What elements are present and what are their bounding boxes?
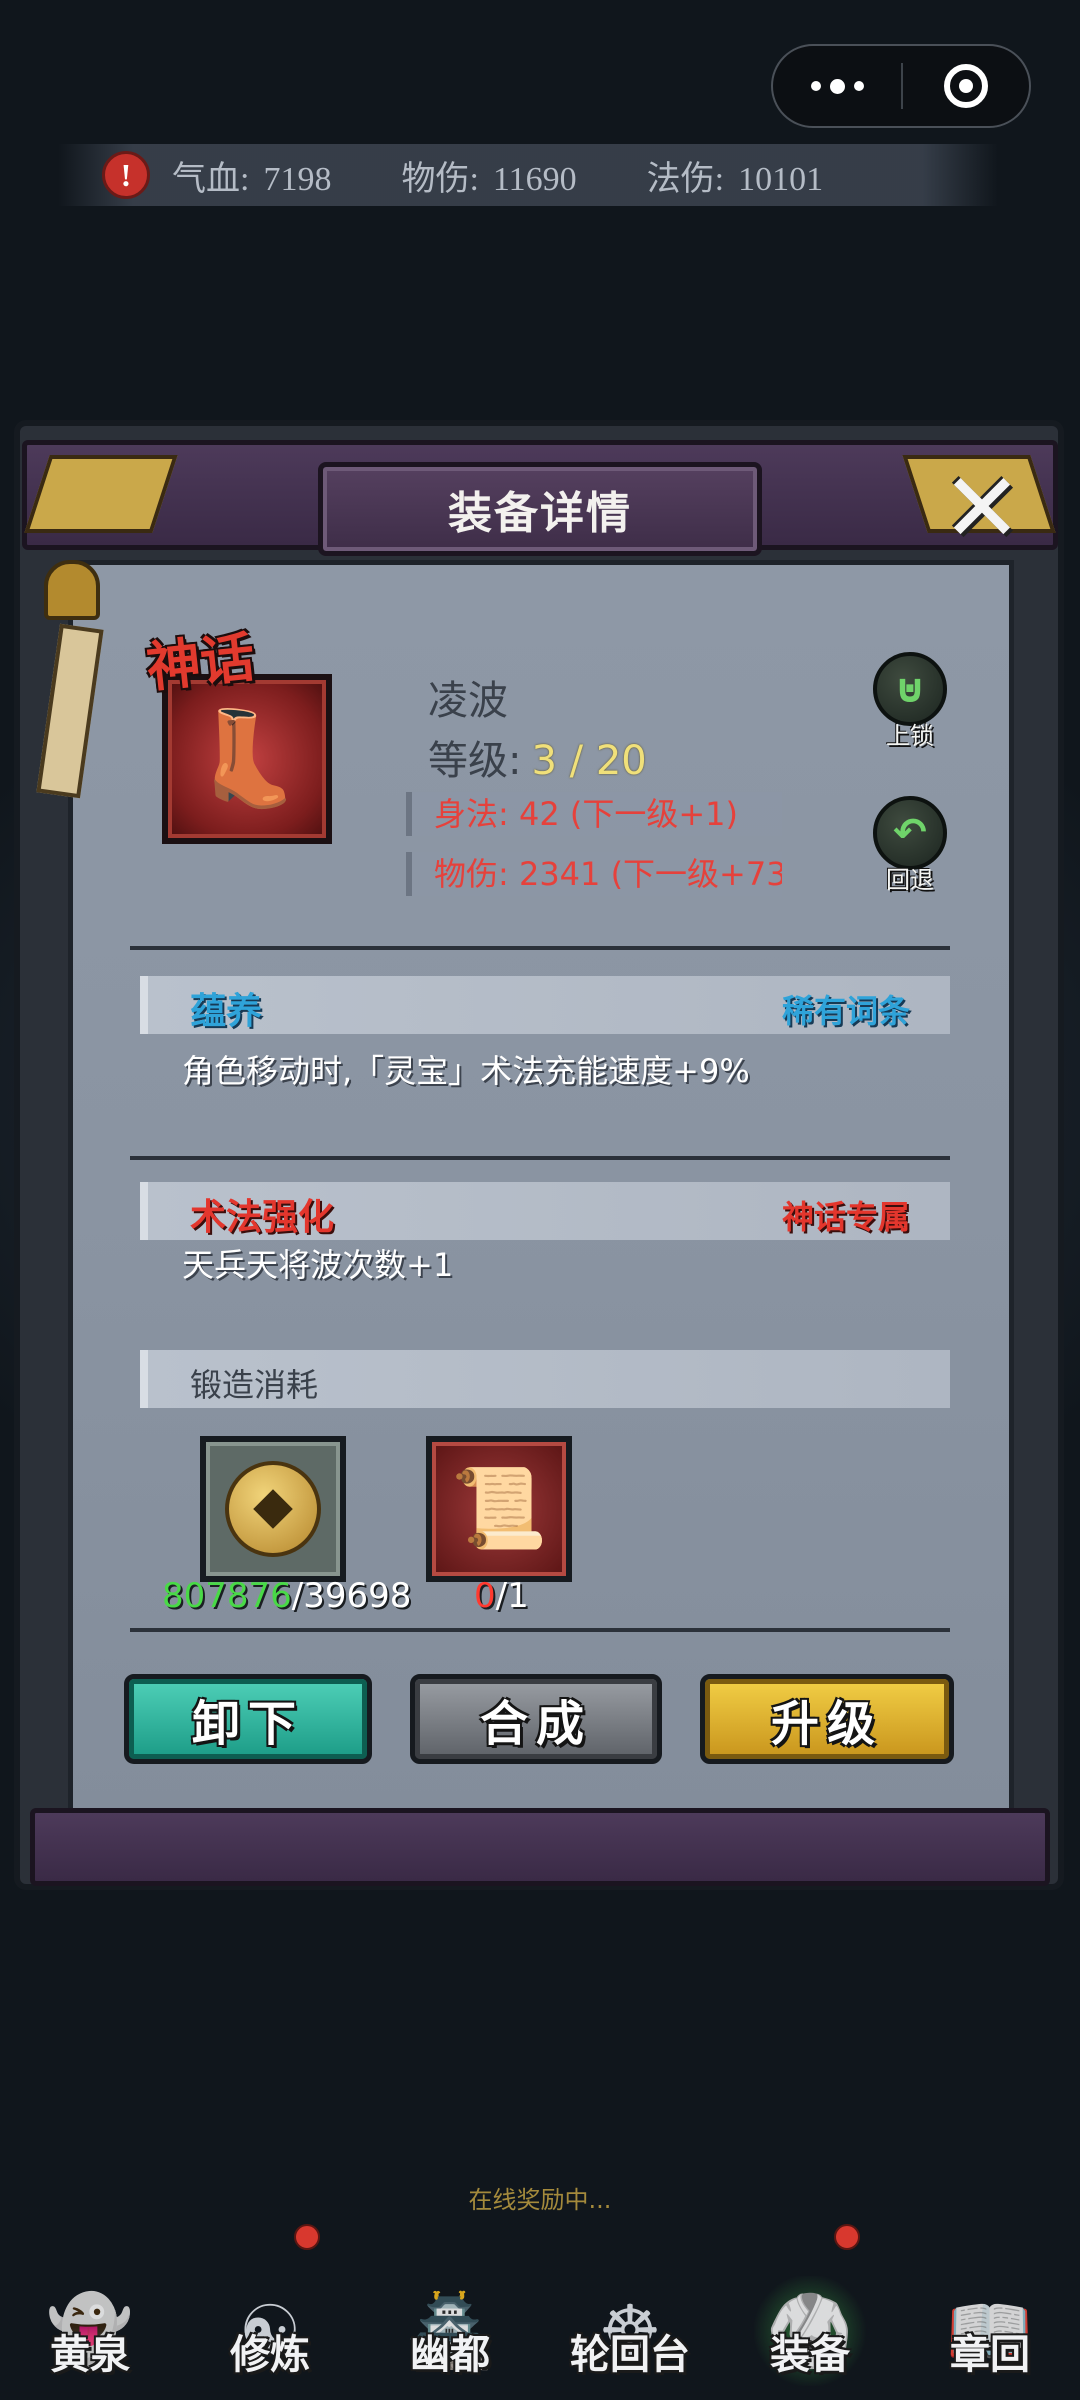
notification-badge	[294, 2224, 320, 2250]
nav-label: 修炼	[230, 2331, 310, 2378]
panel-title: 装备详情	[318, 462, 762, 556]
section-spell-header: 术法强化 神话专属	[140, 1182, 950, 1240]
nav-label: 幽都	[410, 2331, 490, 2378]
stat-hp: 气血: 7198	[172, 160, 332, 198]
mythic-exclusive-badge: 神话专属	[781, 1198, 910, 1236]
nav-item-youdu[interactable]: 🏯 幽都	[360, 2216, 540, 2400]
divider	[130, 946, 950, 950]
stat-magic: 法伤: 10101	[646, 160, 824, 198]
revert-button[interactable]: ↶ 回退	[868, 796, 952, 896]
section-spell-text: 天兵天将波次数+1	[182, 1246, 454, 1284]
section-nurture-text: 角色移动时,「灵宝」术法充能速度+9%	[182, 1052, 750, 1090]
attr-row: 身法: 42 (下一级+1)	[406, 792, 782, 836]
section-nurture-title: 蕴养	[190, 991, 263, 1032]
rarity-label: 神话	[143, 624, 258, 700]
nav-item-zhuangbei[interactable]: 🥋 装备	[720, 2216, 900, 2400]
section-spell-title: 术法强化	[190, 1197, 335, 1238]
divider	[130, 1628, 950, 1632]
level-value: 3 / 20	[531, 738, 647, 784]
talisman-tag	[36, 623, 104, 799]
online-reward-status: 在线奖励中...	[468, 2186, 612, 2214]
more-dots-icon	[810, 81, 821, 91]
bell-icon	[44, 560, 100, 620]
combine-button[interactable]: 合成	[410, 1674, 662, 1764]
exit-miniprogram-button[interactable]	[903, 64, 1029, 108]
miniprogram-capsule	[771, 44, 1031, 128]
nav-label: 章回	[950, 2331, 1030, 2378]
forge-cost-header: 锻造消耗	[140, 1350, 950, 1408]
lock-button[interactable]: ⊍ 上锁	[868, 652, 952, 752]
close-x-icon: ✕	[941, 452, 1023, 564]
boots-icon: 👢	[189, 705, 305, 812]
notification-badge	[834, 2224, 860, 2250]
scroll-cost-slot[interactable]: 📜	[426, 1436, 572, 1582]
upgrade-button[interactable]: 升级	[700, 1674, 954, 1764]
nav-item-lunhuitai[interactable]: ☸ 轮回台	[540, 2216, 720, 2400]
revert-label: 回退	[886, 866, 934, 894]
nav-label: 装备	[770, 2331, 850, 2378]
nav-item-xiulian[interactable]: ☯ 修炼	[180, 2216, 360, 2400]
lock-icon: ⊍	[873, 652, 947, 726]
warning-icon[interactable]: !	[102, 151, 150, 199]
nav-item-huangquan[interactable]: 👻 黄泉	[0, 2216, 180, 2400]
coin-cost-slot[interactable]	[200, 1436, 346, 1582]
target-icon	[944, 64, 988, 108]
forge-cost-title: 锻造消耗	[190, 1366, 319, 1404]
coin-cost-amount: 807876/39698	[162, 1576, 412, 1616]
section-nurture-header: 蕴养 稀有词条	[140, 976, 950, 1034]
unequip-button[interactable]: 卸下	[124, 1674, 372, 1764]
nav-label: 轮回台	[570, 2331, 690, 2378]
nav-label: 黄泉	[50, 2331, 130, 2378]
more-options-button[interactable]	[773, 46, 901, 126]
panel-bottom-beam	[30, 1808, 1050, 1886]
divider	[130, 1156, 950, 1160]
bell-pendant-decoration	[36, 560, 106, 820]
bottom-nav: 👻 黄泉 ☯ 修炼 🏯 幽都 ☸ 轮回台 🥋 装备 📖 章回	[0, 2216, 1080, 2400]
item-level: 等级: 3 / 20	[428, 738, 647, 784]
coin-icon	[225, 1461, 321, 1557]
undo-icon: ↶	[873, 796, 947, 870]
scroll-icon: 📜	[450, 1463, 548, 1554]
close-button[interactable]: ✕	[936, 452, 1028, 564]
item-icon-frame[interactable]: 👢	[162, 674, 332, 844]
nav-item-zhanghui[interactable]: 📖 章回	[900, 2216, 1080, 2400]
item-name: 凌波	[428, 678, 508, 724]
stat-physical: 物伤: 11690	[401, 160, 577, 198]
stats-bar: ! 气血: 7198 物伤: 11690 法伤: 10101	[58, 144, 998, 206]
attr-row: 物伤: 2341 (下一级+73)	[406, 852, 782, 896]
lock-label: 上锁	[886, 722, 934, 750]
rare-affix-badge: 稀有词条	[781, 992, 910, 1030]
scroll-cost-amount: 0/1	[474, 1576, 529, 1616]
